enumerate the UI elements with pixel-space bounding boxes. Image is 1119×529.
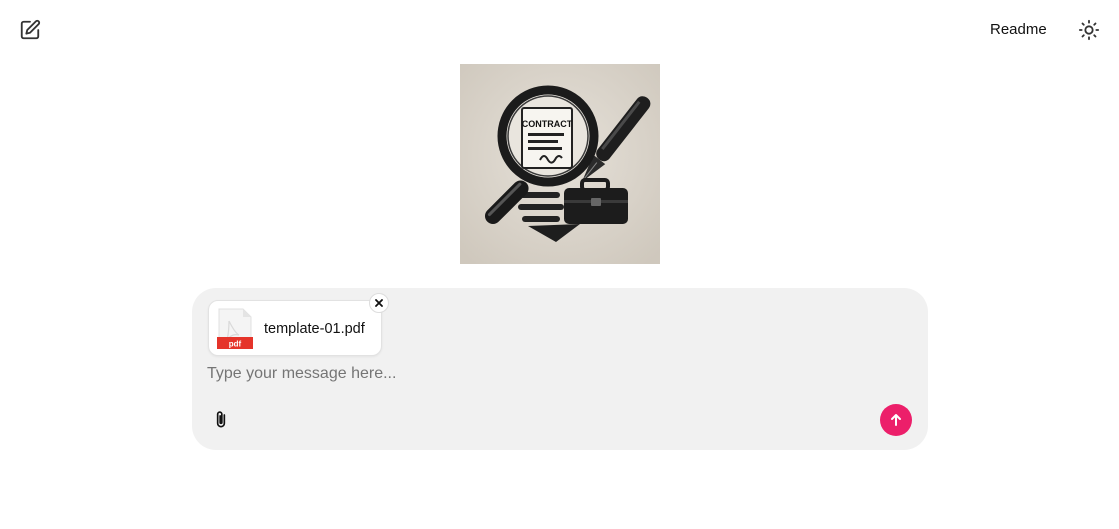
new-chat-button[interactable]: [17, 17, 43, 43]
pdf-file-icon: pdf: [217, 308, 253, 349]
sun-icon: [1078, 19, 1100, 41]
attachment-chip[interactable]: pdf template-01.pdf: [208, 300, 382, 356]
paperclip-icon: [216, 411, 226, 428]
attachment-file-name: template-01.pdf: [264, 321, 365, 337]
theme-toggle-button[interactable]: [1076, 17, 1102, 43]
attach-file-button[interactable]: [209, 408, 233, 432]
message-input[interactable]: [207, 362, 867, 386]
remove-attachment-button[interactable]: [369, 293, 389, 313]
pencil-square-icon: [20, 19, 41, 40]
hero-image: CONTRACT: [460, 64, 660, 264]
message-composer: pdf template-01.pdf: [192, 288, 928, 450]
chat-page: Readme CONTRACT pdf template-01.pdf Type…: [0, 0, 1119, 529]
readme-link[interactable]: Readme: [990, 20, 1047, 40]
contract-word: CONTRACT: [522, 119, 573, 129]
close-icon: [375, 299, 383, 307]
pdf-badge-label: pdf: [229, 340, 242, 349]
arrow-up-icon: [891, 414, 901, 426]
send-button[interactable]: [880, 404, 912, 436]
